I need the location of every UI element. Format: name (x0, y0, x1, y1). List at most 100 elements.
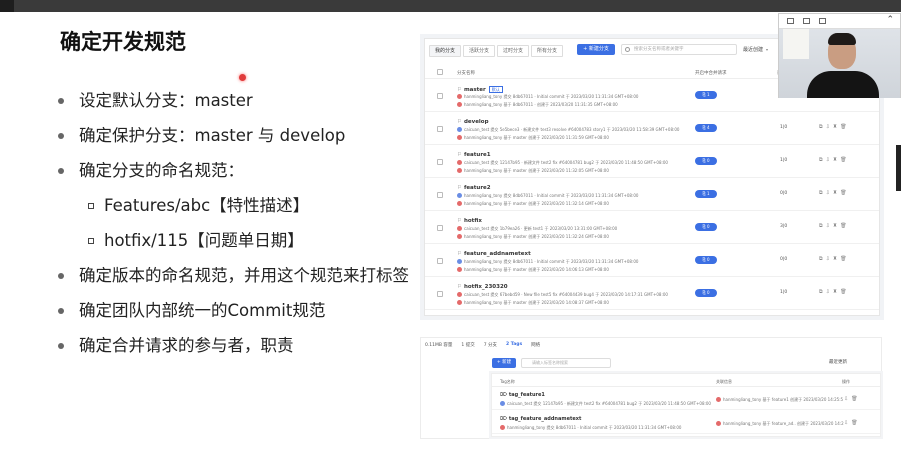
branch-row[interactable]: ⚐ hotfix_230320 caicuan_test 提交 67bebd59 ·… (425, 278, 879, 310)
bullet-text: 确定保护分支：master 与 develop (79, 126, 346, 145)
bullet-text: 确定分支的命名规范： (79, 161, 244, 180)
branch-tab[interactable]: 我的分支 (429, 45, 462, 57)
tag-related-info: hanmingliang_tony 基于 feature1 创建于 2023/0… (716, 397, 843, 403)
branch-name-text: hotfix_230320 (463, 284, 508, 290)
row-actions[interactable]: ⧉⇩♜🗑 (819, 289, 850, 295)
merge-request-count-badge[interactable]: ⎘ 1 (695, 190, 717, 198)
bullet-item: hotfix/115【问题单日期】 (58, 228, 418, 263)
bullet-marker (58, 98, 64, 104)
branch-name-text: master (463, 87, 486, 93)
repo-stat[interactable]: 0.11MB 容量 (425, 342, 452, 348)
repo-stat[interactable]: 2 Tags (506, 342, 522, 348)
background-lamp (783, 29, 809, 59)
tag-sort-dropdown[interactable]: 最近更新 (829, 359, 847, 365)
row-checkbox[interactable] (437, 159, 443, 165)
window-top-bar (0, 0, 901, 12)
presenter-body (807, 71, 879, 98)
merge-request-count: 0 (706, 224, 710, 229)
merge-request-count-badge[interactable]: ⎘ 0 (695, 223, 717, 231)
new-tag-button[interactable]: + 新建 (492, 358, 516, 368)
branch-name-text: develop (463, 119, 489, 125)
bullet-text: Features/abc【特性描述】 (104, 196, 310, 215)
row-checkbox[interactable] (437, 126, 443, 132)
last-commit-text: hanmingliang_tony 提交 8db67011 · Initial … (464, 94, 639, 99)
branch-tab[interactable]: 活跃分支 (463, 45, 496, 57)
tag-row[interactable]: ⌦ tag_feature_addnametext hanmingliang_to… (492, 412, 880, 434)
new-branch-button[interactable]: + 新建分支 (577, 44, 615, 55)
merge-request-count-badge[interactable]: ⎘ 0 (695, 157, 717, 165)
bullet-marker (58, 273, 64, 279)
branch-row[interactable]: ⚐ feature1 caicuan_test 提交 12147b95 · 新建文件… (425, 146, 879, 178)
last-commit-text: caicuan_test 提交 1b79ea26 · 更新 test1 于 20… (464, 226, 618, 231)
branch-name-text: feature2 (463, 185, 491, 191)
col-open-merge-requests: 开启中合并请求 (695, 71, 727, 76)
branch-row[interactable]: ⚐ develop caicuan_test 提交 5e5bece3 · 新建文件 … (425, 113, 879, 145)
bullet-item: 确定团队内部统一的Commit规范 (58, 298, 418, 333)
repo-stat[interactable]: 1 提交 (461, 342, 474, 348)
avatar (716, 421, 721, 426)
minimize-icon[interactable] (787, 18, 794, 24)
repo-stat[interactable]: 7 分支 (484, 342, 497, 348)
row-checkbox[interactable] (437, 93, 443, 99)
tag-row-actions[interactable]: ⇩🗑 (844, 396, 861, 402)
right-edge-handle (896, 145, 901, 191)
avatar (500, 401, 505, 406)
row-actions[interactable]: ⧉⇩♜🗑 (819, 190, 850, 196)
created-line: hanmingliang_tony 基于 master 创建于 2023/03/… (457, 234, 609, 240)
row-checkbox[interactable] (437, 225, 443, 231)
branch-search-input[interactable]: 搜索分支名称或者关键字 (621, 44, 737, 55)
tag-row-actions[interactable]: ⇩🗑 (844, 420, 861, 426)
col-tag-name: Tag名称 (500, 379, 515, 384)
avatar (457, 226, 462, 231)
bullet-text: hotfix/115【问题单日期】 (104, 231, 304, 250)
grid-view-icon[interactable] (819, 18, 826, 24)
row-checkbox[interactable] (437, 291, 443, 297)
repo-stat[interactable]: 网络 (531, 342, 540, 348)
merge-request-count: 1 (706, 92, 710, 97)
bullet-item: 设定默认分支：master (58, 88, 418, 123)
merge-request-count-badge[interactable]: ⎘ 0 (695, 289, 717, 297)
avatar (457, 292, 462, 297)
tag-related-info: hanmingliang_tony 基于 feature_ad.. 创建于 20… (716, 421, 844, 427)
bullet-item: 确定合并请求的参与者，职责 (58, 333, 418, 368)
tag-commit-text: hanmingliang_tony 提交 8db67011 · Initial … (507, 425, 682, 430)
branch-sort-dropdown[interactable]: 最近创建 ▾ (743, 44, 768, 55)
row-actions[interactable]: ⧉⇩♜🗑 (819, 157, 850, 163)
merge-request-count: 0 (706, 290, 710, 295)
tag-row[interactable]: ⌦ tag_feature1 caicuan_test 提交 12147b95 ·… (492, 388, 880, 410)
tag-name-text: tag_feature_addnametext (508, 416, 582, 422)
select-all-checkbox[interactable] (437, 69, 443, 75)
last-commit-line: caicuan_test 提交 12147b95 · 新建文件 test2 fi… (457, 160, 668, 166)
behind-ahead-count: 0|0 (780, 257, 788, 262)
default-badge: 默认 (488, 86, 503, 93)
merge-request-count-badge[interactable]: ⎘ 0 (695, 256, 717, 264)
webcam-window: ⌃ 讲师 (778, 13, 901, 98)
last-commit-line: hanmingliang_tony 提交 8db67011 · Initial … (457, 94, 638, 100)
maximize-icon[interactable] (803, 18, 810, 24)
row-checkbox[interactable] (437, 258, 443, 264)
tag-search-input[interactable]: 请输入标签名称搜索 (521, 358, 611, 368)
row-checkbox[interactable] (437, 192, 443, 198)
col-related-info: 关联信息 (716, 379, 732, 384)
tag-commit-text: caicuan_test 提交 12147b95 · 新建文件 test2 fi… (507, 401, 711, 406)
branch-row[interactable]: ⚐ feature2 hanmingliang_tony 提交 8db67011 ·… (425, 179, 879, 211)
merge-request-count-badge[interactable]: ⎘ 1 (695, 91, 717, 99)
row-actions[interactable]: ⧉⇩♜🗑 (819, 256, 850, 262)
created-line: hanmingliang_tony 基于 master 创建于 2023/03/… (457, 201, 609, 207)
branch-row[interactable]: ⚐ hotfix caicuan_test 提交 1b79ea26 · 更新 tes… (425, 212, 879, 244)
branch-search-placeholder: 搜索分支名称或者关键字 (634, 47, 684, 52)
branch-tab[interactable]: 所有分支 (531, 45, 564, 57)
collapse-icon[interactable]: ⌃ (886, 15, 894, 25)
bullet-marker (58, 308, 64, 314)
branch-row[interactable]: ⚐ feature_addnametext hanmingliang_tony 提交… (425, 245, 879, 277)
row-actions[interactable]: ⧉⇩♜🗑 (819, 124, 850, 130)
merge-request-count-badge[interactable]: ⎘ 4 (695, 124, 717, 132)
top-bar-accent (0, 0, 14, 12)
avatar (500, 425, 505, 430)
branch-tab[interactable]: 过时分支 (497, 45, 530, 57)
row-actions[interactable]: ⧉⇩♜🗑 (819, 223, 850, 229)
last-commit-line: hanmingliang_tony 提交 8db67011 · Initial … (457, 259, 638, 265)
last-commit-text: caicuan_test 提交 5e5bece3 · 新建文件 test3 re… (464, 127, 680, 132)
behind-ahead-count: 3|0 (780, 224, 788, 229)
bullet-text: 确定合并请求的参与者，职责 (79, 336, 294, 355)
